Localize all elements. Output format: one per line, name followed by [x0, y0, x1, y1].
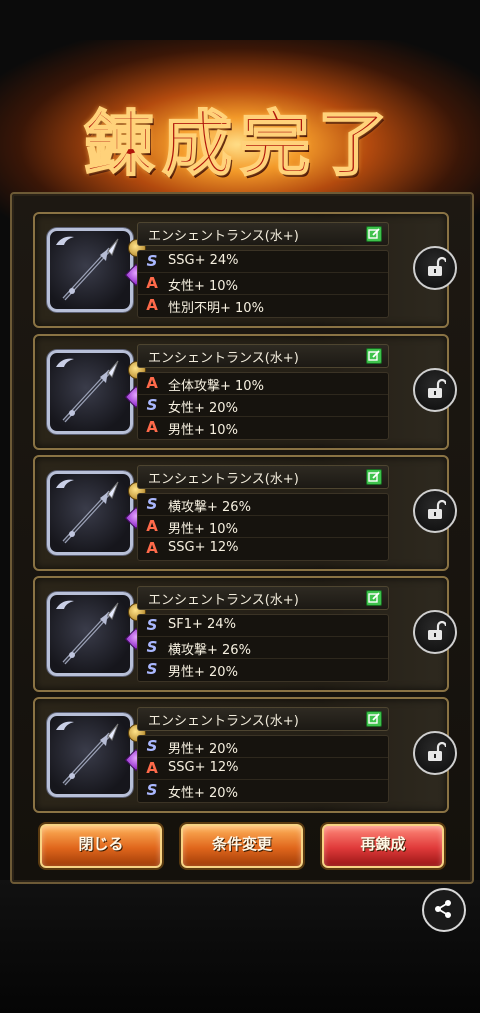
- lance-icon: [56, 721, 119, 786]
- stat-text: SSG+ 24%: [168, 253, 239, 268]
- lance-icon: [56, 358, 119, 423]
- stat-type-icon: S: [146, 638, 158, 656]
- lock-toggle-button[interactable]: [413, 368, 457, 412]
- lock-toggle-button[interactable]: [413, 489, 457, 533]
- weapon-name-bar: エンシェントランス(水+): [137, 465, 389, 489]
- stat-row: A SSG+ 12%: [138, 758, 388, 780]
- unlock-icon: [428, 378, 446, 398]
- stat-text: 横攻撃+ 26%: [168, 500, 251, 515]
- stat-text: 性別不明+ 10%: [168, 301, 264, 316]
- weapon-thumbnail[interactable]: [47, 713, 148, 797]
- stat-row: S 女性+ 20%: [138, 780, 388, 802]
- page-title: 錬成完了: [83, 101, 396, 186]
- stat-row: A 女性+ 10%: [138, 273, 388, 295]
- weapon-name: エンシェントランス(水+): [148, 472, 299, 487]
- stat-text: 女性+ 20%: [168, 401, 238, 416]
- lock-toggle-button[interactable]: [413, 246, 457, 290]
- weapon-thumbnail[interactable]: [47, 592, 148, 676]
- stat-type-icon: A: [146, 296, 158, 314]
- stat-type-icon: A: [146, 759, 158, 777]
- unlock-icon: [428, 256, 446, 276]
- weapon-thumbnail[interactable]: [47, 350, 148, 434]
- unlock-icon: [428, 499, 446, 519]
- stat-row: S SF1+ 24%: [138, 615, 388, 637]
- weapon-thumbnail[interactable]: [47, 471, 148, 555]
- stat-row: S 女性+ 20%: [138, 395, 388, 417]
- weapon-name-bar: エンシェントランス(水+): [137, 586, 389, 610]
- lock-toggle-button[interactable]: [413, 610, 457, 654]
- stat-text: 男性+ 20%: [168, 742, 238, 757]
- weapon-name: エンシェントランス(水+): [148, 593, 299, 608]
- stat-row: S SSG+ 24%: [138, 251, 388, 273]
- stat-text: 全体攻撃+ 10%: [168, 379, 264, 394]
- stat-text: SSG+ 12%: [168, 540, 239, 555]
- stat-list: A 全体攻撃+ 10% S 女性+ 20% A 男性+ 10%: [137, 372, 389, 440]
- stat-type-icon: S: [146, 737, 158, 755]
- weapon-name-bar: エンシェントランス(水+): [137, 344, 389, 368]
- stat-row: A 男性+ 10%: [138, 516, 388, 538]
- weapon-card: エンシェントランス(水+) S 横攻撃+ 26% A 男性+ 10% A SSG…: [33, 455, 457, 571]
- stat-list: S SF1+ 24% S 横攻撃+ 26% S 男性+ 20%: [137, 614, 389, 682]
- stat-row: A 性別不明+ 10%: [138, 295, 388, 317]
- stat-text: 男性+ 10%: [168, 522, 238, 537]
- stat-type-icon: S: [146, 495, 158, 513]
- weapon-card: エンシェントランス(水+) S SSG+ 24% A 女性+ 10% A 性別不…: [33, 212, 457, 328]
- lance-icon: [56, 236, 119, 301]
- stat-row: S 横攻撃+ 26%: [138, 637, 388, 659]
- share-button[interactable]: [422, 888, 466, 932]
- weapon-name-bar: エンシェントランス(水+): [137, 707, 389, 731]
- stat-row: S 男性+ 20%: [138, 659, 388, 681]
- unlock-icon: [428, 620, 446, 640]
- stat-type-icon: A: [146, 517, 158, 535]
- stat-text: SSG+ 12%: [168, 760, 239, 775]
- edit-icon[interactable]: [366, 226, 382, 242]
- change-conditions-button[interactable]: 条件変更: [181, 824, 303, 868]
- weapon-name: エンシェントランス(水+): [148, 714, 299, 729]
- stat-text: 男性+ 10%: [168, 423, 238, 438]
- unlock-icon: [428, 741, 446, 761]
- stat-list: S SSG+ 24% A 女性+ 10% A 性別不明+ 10%: [137, 250, 389, 318]
- close-button[interactable]: 閉じる: [40, 824, 162, 868]
- stat-type-icon: S: [146, 252, 158, 270]
- stat-type-icon: A: [146, 418, 158, 436]
- lock-toggle-button[interactable]: [413, 731, 457, 775]
- stat-text: 横攻撃+ 26%: [168, 643, 251, 658]
- stat-type-icon: S: [146, 781, 158, 799]
- weapon-card: エンシェントランス(水+) S 男性+ 20% A SSG+ 12% S 女性+…: [33, 697, 457, 813]
- weapon-thumbnail[interactable]: [47, 228, 148, 312]
- edit-icon[interactable]: [366, 590, 382, 606]
- edit-icon[interactable]: [366, 469, 382, 485]
- stat-type-icon: A: [146, 374, 158, 392]
- stat-row: A 全体攻撃+ 10%: [138, 373, 388, 395]
- stat-type-icon: A: [146, 539, 158, 557]
- stat-row: S 横攻撃+ 26%: [138, 494, 388, 516]
- stat-type-icon: S: [146, 660, 158, 678]
- bottom-background: [0, 880, 480, 1013]
- stat-text: SF1+ 24%: [168, 617, 236, 632]
- lance-icon: [56, 479, 119, 544]
- edit-icon[interactable]: [366, 348, 382, 364]
- stat-row: S 男性+ 20%: [138, 736, 388, 758]
- edit-icon[interactable]: [366, 711, 382, 727]
- lance-icon: [56, 600, 119, 665]
- weapon-name-bar: エンシェントランス(水+): [137, 222, 389, 246]
- stat-list: S 男性+ 20% A SSG+ 12% S 女性+ 20%: [137, 735, 389, 803]
- stat-type-icon: S: [146, 616, 158, 634]
- stat-list: S 横攻撃+ 26% A 男性+ 10% A SSG+ 12%: [137, 493, 389, 561]
- stat-text: 女性+ 20%: [168, 786, 238, 801]
- stat-type-icon: S: [146, 396, 158, 414]
- stat-row: A 男性+ 10%: [138, 417, 388, 439]
- weapon-card: エンシェントランス(水+) S SF1+ 24% S 横攻撃+ 26% S 男性…: [33, 576, 457, 692]
- share-icon: [435, 900, 451, 918]
- reforge-button[interactable]: 再錬成: [322, 824, 444, 868]
- weapon-name: エンシェントランス(水+): [148, 229, 299, 244]
- stat-text: 女性+ 10%: [168, 279, 238, 294]
- stat-type-icon: A: [146, 274, 158, 292]
- stat-row: A SSG+ 12%: [138, 538, 388, 559]
- stat-text: 男性+ 20%: [168, 665, 238, 680]
- weapon-card: エンシェントランス(水+) A 全体攻撃+ 10% S 女性+ 20% A 男性…: [33, 334, 457, 450]
- weapon-name: エンシェントランス(水+): [148, 351, 299, 366]
